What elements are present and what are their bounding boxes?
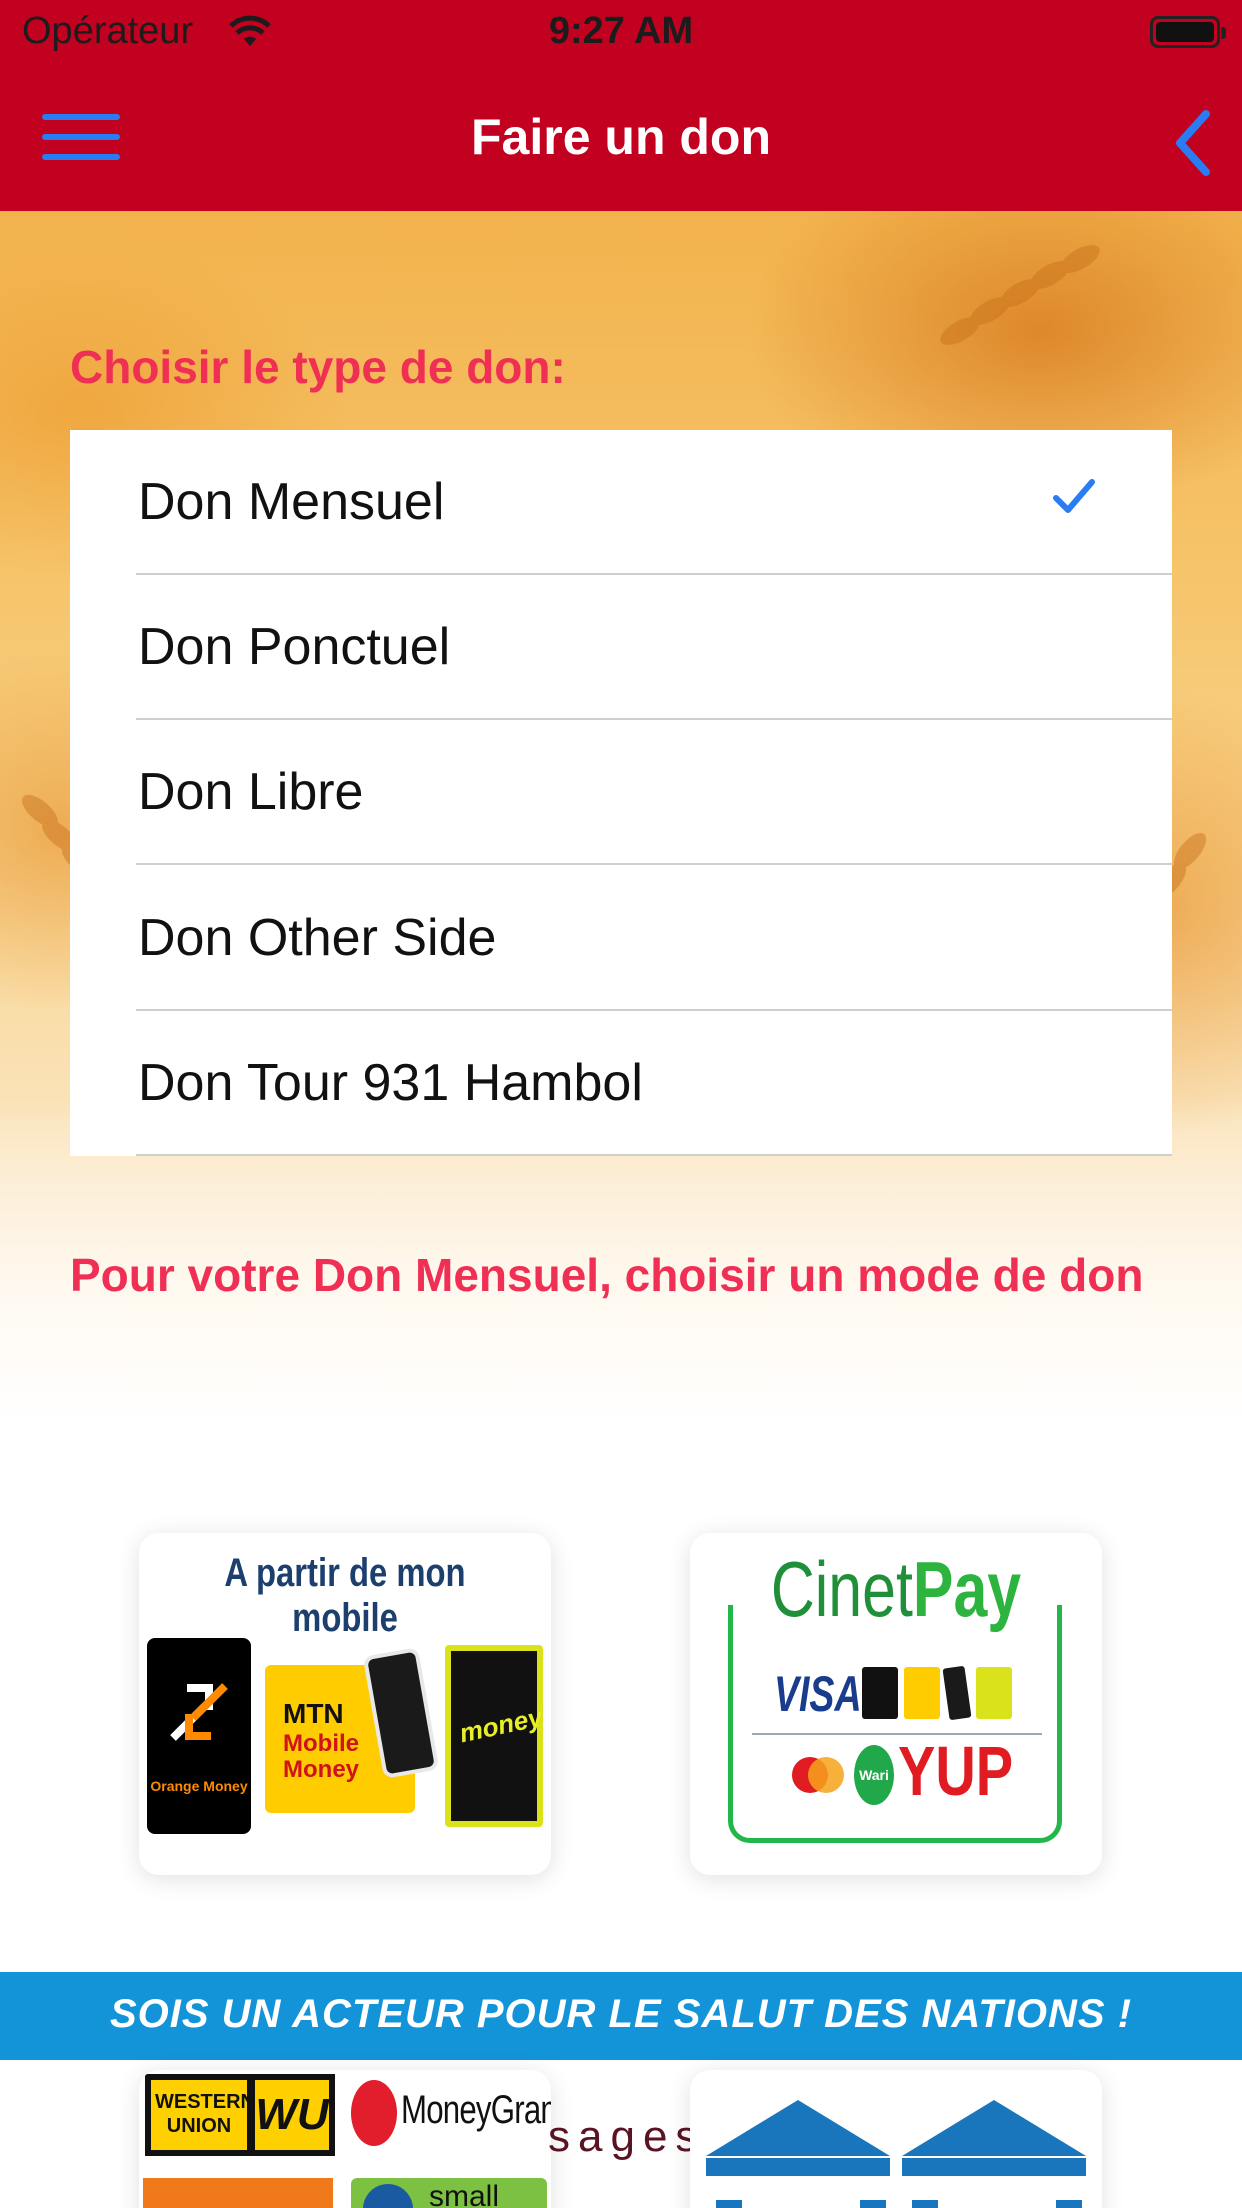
bank-column bbox=[860, 2200, 886, 2208]
divider bbox=[136, 863, 1172, 865]
option-label: Don Mensuel bbox=[138, 473, 445, 531]
donation-option-libre[interactable]: Don Libre bbox=[70, 720, 1172, 865]
option-label: Don Libre bbox=[138, 763, 364, 821]
donation-option-mensuel[interactable]: Don Mensuel bbox=[70, 430, 1172, 575]
chevron-left-icon[interactable] bbox=[1168, 108, 1218, 178]
donation-option-other-side[interactable]: Don Other Side bbox=[70, 866, 1172, 1011]
bank-base bbox=[902, 2158, 1086, 2176]
option-label: Don Ponctuel bbox=[138, 618, 451, 676]
moneygram-icon bbox=[351, 2080, 397, 2146]
bank-column bbox=[716, 2200, 742, 2208]
battery-icon bbox=[1150, 16, 1226, 48]
moneygram-label: MoneyGram. bbox=[401, 2088, 551, 2132]
western-union-logo: WESTERN UNION WU bbox=[145, 2074, 335, 2156]
donation-type-label: Choisir le type de don: bbox=[70, 341, 566, 393]
cinetpay-card[interactable]: CinetPay VISA Wari YUP bbox=[690, 1533, 1102, 1875]
visa-logo: VISA bbox=[774, 1666, 862, 1722]
bank-base bbox=[706, 2158, 890, 2176]
slogan-banner: SOIS UN ACTEUR POUR LE SALUT DES NATIONS… bbox=[0, 1972, 1242, 2060]
bank-transfer-card[interactable] bbox=[690, 2070, 1102, 2208]
moov-money-logo: money bbox=[445, 1645, 546, 1827]
option-label: Don Tour 931 Hambol bbox=[138, 1054, 643, 1112]
orange-money-logo: Orange Money bbox=[147, 1638, 251, 1834]
option-label: Don Other Side bbox=[138, 909, 497, 967]
wari-logo: Wari bbox=[854, 1745, 894, 1805]
moov-mini-icon bbox=[976, 1667, 1012, 1719]
mtn-mini-icon bbox=[904, 1667, 940, 1719]
yup-logo: YUP bbox=[898, 1732, 1014, 1810]
bank-icon bbox=[706, 2100, 890, 2156]
wu-mark: WU bbox=[255, 2080, 329, 2150]
small-world-label: small bbox=[429, 2180, 500, 2208]
mastercard-icon bbox=[792, 1757, 844, 1793]
status-time: 9:27 AM bbox=[548, 10, 694, 52]
orange-money-icon bbox=[170, 1683, 228, 1741]
donation-option-ponctuel[interactable]: Don Ponctuel bbox=[70, 575, 1172, 720]
partial-background-text: sages bbox=[548, 2112, 706, 2161]
donation-option-tour-931-hambol[interactable]: Don Tour 931 Hambol bbox=[70, 1011, 1172, 1156]
mobile-payment-card[interactable]: A partir de mon mobile Orange Money MTN … bbox=[139, 1533, 551, 1875]
orange-money-mini-icon bbox=[862, 1667, 898, 1719]
bank-column bbox=[1056, 2200, 1082, 2208]
donation-type-list: Don Mensuel Don Ponctuel Don Libre Don O… bbox=[70, 430, 1172, 1156]
divider bbox=[136, 1154, 1172, 1156]
orange-logo-partial bbox=[143, 2178, 333, 2208]
western-union-label: WESTERN UNION bbox=[151, 2080, 255, 2150]
page-title: Faire un don bbox=[471, 109, 771, 165]
small-world-logo: small bbox=[351, 2178, 547, 2208]
checkmark-icon bbox=[1053, 479, 1095, 513]
mtn-sub-label: Mobile Money bbox=[283, 1730, 360, 1783]
slogan-text: SOIS UN ACTEUR POUR LE SALUT DES NATIONS… bbox=[109, 1992, 1133, 2036]
mtn-label: MTN bbox=[283, 1698, 344, 1729]
donation-mode-label: Pour votre Don Mensuel, choisir un mode … bbox=[70, 1249, 1144, 1301]
bank-column bbox=[912, 2200, 938, 2208]
bank-icon bbox=[902, 2100, 1086, 2156]
status-bar: Opérateur 9:27 AM bbox=[0, 0, 1242, 66]
moov-label: money bbox=[456, 1701, 546, 1749]
money-transfer-card[interactable]: WESTERN UNION WU MoneyGram. small bbox=[139, 2070, 551, 2208]
orange-money-label: Orange Money bbox=[150, 1778, 248, 1794]
navigation-bar: Opérateur 9:27 AM Faire un don bbox=[0, 0, 1242, 211]
mobile-card-title: A partir de mon mobile bbox=[224, 1551, 466, 1640]
